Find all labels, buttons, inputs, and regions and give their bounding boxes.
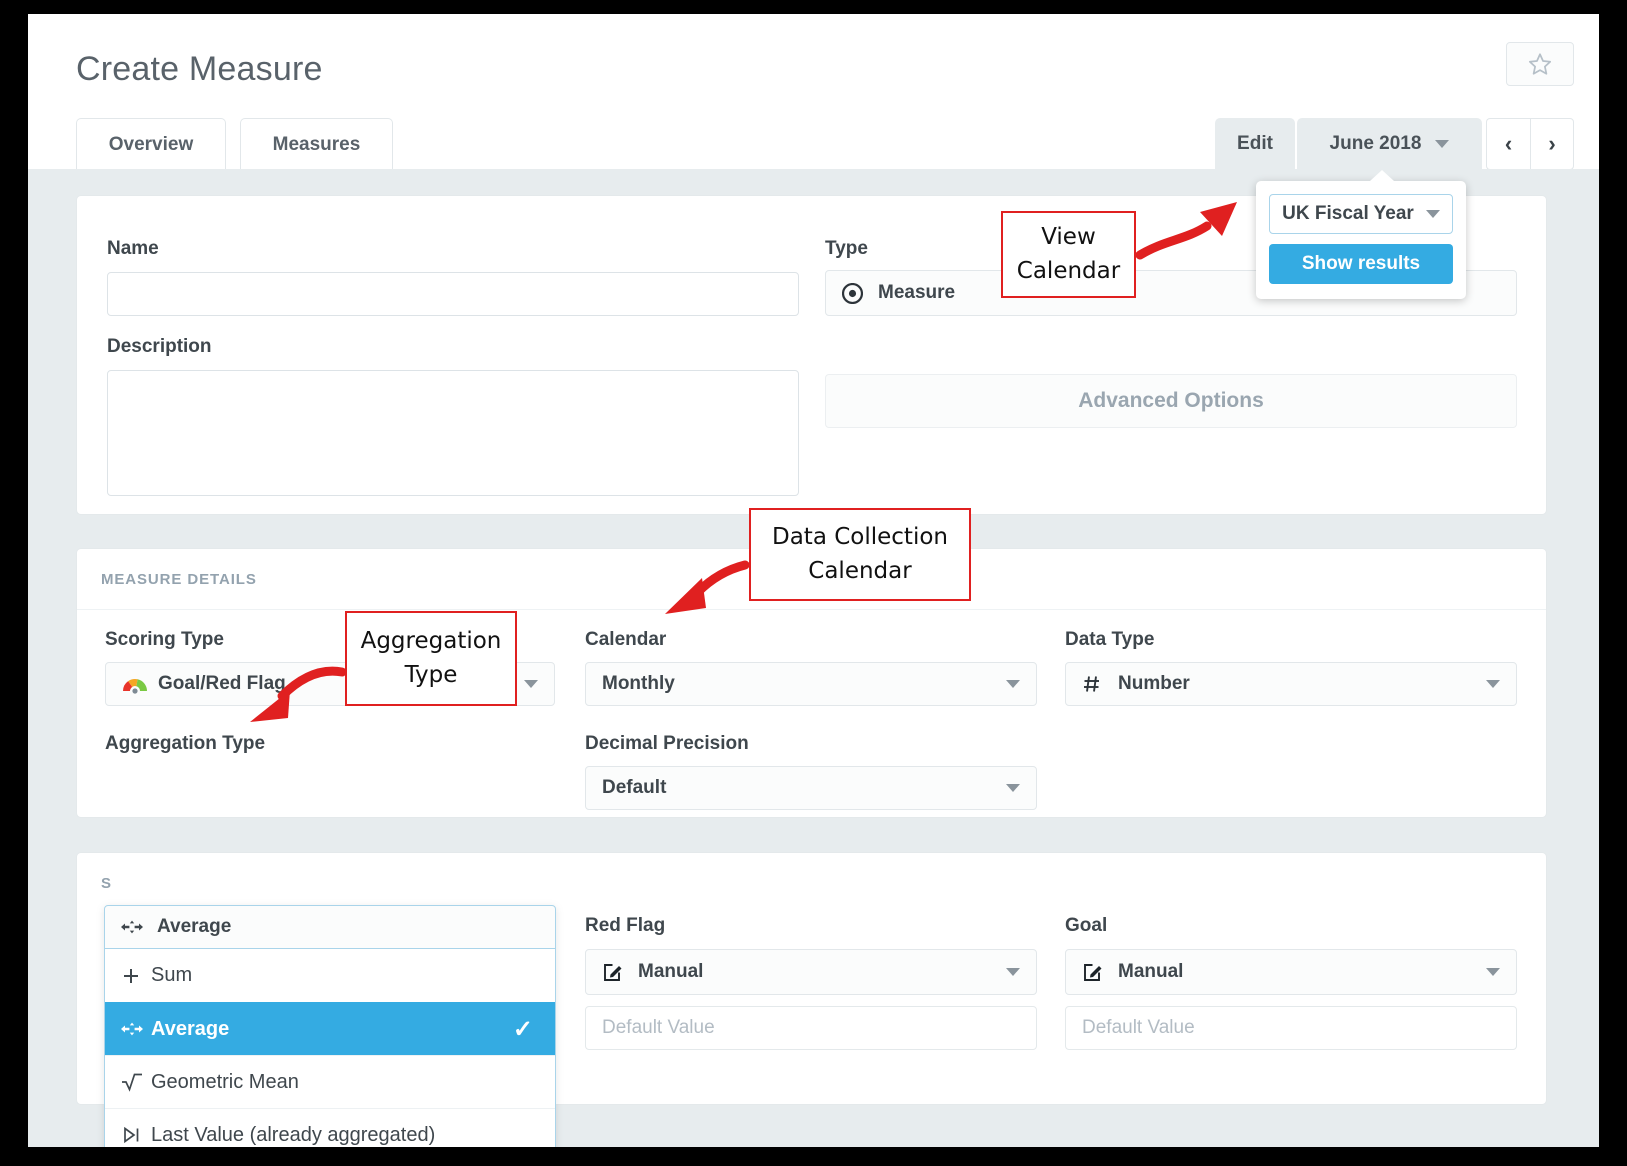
decimal-precision-select[interactable]: Default bbox=[585, 766, 1037, 810]
calendar-select[interactable]: Monthly bbox=[585, 662, 1037, 706]
goal-value: Manual bbox=[1118, 961, 1183, 983]
star-icon bbox=[1527, 51, 1553, 77]
scoring-section-heading: S bbox=[101, 875, 112, 892]
tab-overview[interactable]: Overview bbox=[76, 118, 226, 170]
period-selector[interactable]: June 2018 bbox=[1297, 118, 1482, 170]
chevron-right-icon: › bbox=[1548, 131, 1555, 157]
name-label: Name bbox=[107, 238, 159, 260]
average-icon bbox=[121, 920, 147, 934]
type-value: Measure bbox=[878, 282, 955, 304]
last-value-icon bbox=[121, 1125, 151, 1145]
aggregation-option-last-value[interactable]: Last Value (already aggregated) bbox=[105, 1108, 555, 1147]
chevron-down-icon bbox=[1006, 784, 1020, 792]
red-flag-label: Red Flag bbox=[585, 915, 665, 937]
page-title: Create Measure bbox=[76, 50, 323, 89]
annotation-aggregation-type: Aggregation Type bbox=[345, 611, 517, 706]
description-label: Description bbox=[107, 336, 212, 358]
chevron-down-icon bbox=[1486, 968, 1500, 976]
description-textarea[interactable] bbox=[107, 370, 799, 496]
aggregation-option-sum[interactable]: Sum bbox=[105, 949, 555, 1002]
chevron-down-icon bbox=[1006, 968, 1020, 976]
favorite-star-button[interactable] bbox=[1506, 42, 1574, 86]
check-icon: ✓ bbox=[513, 1015, 533, 1044]
aggregation-type-dropdown[interactable]: Average Sum bbox=[104, 905, 556, 1147]
aggregation-option-label: Geometric Mean bbox=[151, 1071, 299, 1094]
show-results-button[interactable]: Show results bbox=[1269, 244, 1453, 284]
goal-select[interactable]: Manual bbox=[1065, 949, 1517, 995]
aggregation-option-label: Sum bbox=[151, 964, 192, 987]
chevron-down-icon bbox=[1006, 680, 1020, 688]
next-period-button[interactable]: › bbox=[1530, 118, 1574, 170]
annotation-agg-type-line2: Type bbox=[361, 659, 502, 692]
tab-edit[interactable]: Edit bbox=[1215, 118, 1295, 170]
annotation-view-calendar-line2: Calendar bbox=[1017, 255, 1120, 288]
plus-icon bbox=[121, 966, 151, 986]
red-flag-select[interactable]: Manual bbox=[585, 949, 1037, 995]
goal-label: Goal bbox=[1065, 915, 1107, 937]
average-icon bbox=[121, 1022, 151, 1036]
data-type-value: Number bbox=[1118, 673, 1190, 695]
name-input[interactable] bbox=[107, 272, 799, 316]
aggregation-type-value: Average bbox=[157, 916, 231, 938]
chevron-left-icon: ‹ bbox=[1505, 131, 1512, 157]
prev-period-button[interactable]: ‹ bbox=[1486, 118, 1530, 170]
tab-measures-label: Measures bbox=[273, 134, 361, 156]
aggregation-option-list: Sum Average ✓ bbox=[104, 949, 556, 1147]
data-type-label: Data Type bbox=[1065, 629, 1154, 651]
aggregation-type-label: Aggregation Type bbox=[105, 733, 265, 755]
red-flag-placeholder: Default Value bbox=[602, 1017, 715, 1039]
period-nav-group: ‹ › bbox=[1486, 118, 1574, 170]
aggregation-option-label: Last Value (already aggregated) bbox=[151, 1124, 435, 1147]
chevron-down-icon bbox=[524, 680, 538, 688]
red-flag-value: Manual bbox=[638, 961, 703, 983]
calendar-popover: UK Fiscal Year Show results bbox=[1256, 181, 1466, 299]
decimal-precision-label: Decimal Precision bbox=[585, 733, 749, 755]
decimal-precision-value: Default bbox=[602, 777, 666, 799]
aggregation-option-label: Average bbox=[151, 1018, 229, 1041]
content-area: Name Description Type Measure Advanced O… bbox=[28, 169, 1599, 1147]
calendar-label: Calendar bbox=[585, 629, 666, 651]
radical-icon bbox=[121, 1072, 151, 1092]
tab-edit-label: Edit bbox=[1237, 133, 1273, 155]
hash-icon bbox=[1082, 674, 1108, 694]
advanced-options-label: Advanced Options bbox=[1078, 389, 1264, 413]
annotation-view-calendar-line1: View bbox=[1017, 221, 1120, 254]
gauge-icon bbox=[122, 674, 148, 694]
annotation-data-collection-line1: Data Collection bbox=[772, 521, 948, 554]
scoring-type-value: Goal/Red Flag bbox=[158, 673, 286, 695]
target-icon bbox=[842, 283, 868, 304]
tab-bar: Overview Measures Edit June 2018 bbox=[28, 118, 1599, 170]
annotation-data-collection-line2: Calendar bbox=[772, 555, 948, 588]
red-flag-default-value-input[interactable]: Default Value bbox=[585, 1006, 1037, 1050]
period-label: June 2018 bbox=[1330, 133, 1422, 155]
aggregation-option-average[interactable]: Average ✓ bbox=[105, 1002, 555, 1055]
calendar-value: Monthly bbox=[602, 673, 675, 695]
advanced-options-button[interactable]: Advanced Options bbox=[825, 374, 1517, 428]
goal-default-value-input[interactable]: Default Value bbox=[1065, 1006, 1517, 1050]
divider bbox=[77, 609, 1546, 610]
chevron-down-icon bbox=[1486, 680, 1500, 688]
aggregation-type-trigger[interactable]: Average bbox=[104, 905, 556, 949]
manual-edit-icon bbox=[1082, 961, 1108, 983]
data-type-select[interactable]: Number bbox=[1065, 662, 1517, 706]
goal-placeholder: Default Value bbox=[1082, 1017, 1195, 1039]
tab-measures[interactable]: Measures bbox=[240, 118, 393, 170]
manual-edit-icon bbox=[602, 961, 628, 983]
scoring-type-label: Scoring Type bbox=[105, 629, 224, 651]
type-label: Type bbox=[825, 238, 868, 260]
annotation-data-collection-calendar: Data Collection Calendar bbox=[749, 508, 971, 601]
tab-overview-label: Overview bbox=[109, 134, 194, 156]
annotation-agg-type-line1: Aggregation bbox=[361, 625, 502, 658]
aggregation-option-geometric-mean[interactable]: Geometric Mean bbox=[105, 1055, 555, 1108]
annotation-view-calendar: View Calendar bbox=[1001, 211, 1136, 298]
fiscal-year-value: UK Fiscal Year bbox=[1282, 203, 1414, 225]
show-results-label: Show results bbox=[1302, 253, 1420, 275]
measure-details-heading: MEASURE DETAILS bbox=[101, 571, 257, 588]
chevron-down-icon bbox=[1426, 210, 1440, 218]
chevron-down-icon bbox=[1435, 140, 1449, 148]
fiscal-year-select[interactable]: UK Fiscal Year bbox=[1269, 194, 1453, 234]
